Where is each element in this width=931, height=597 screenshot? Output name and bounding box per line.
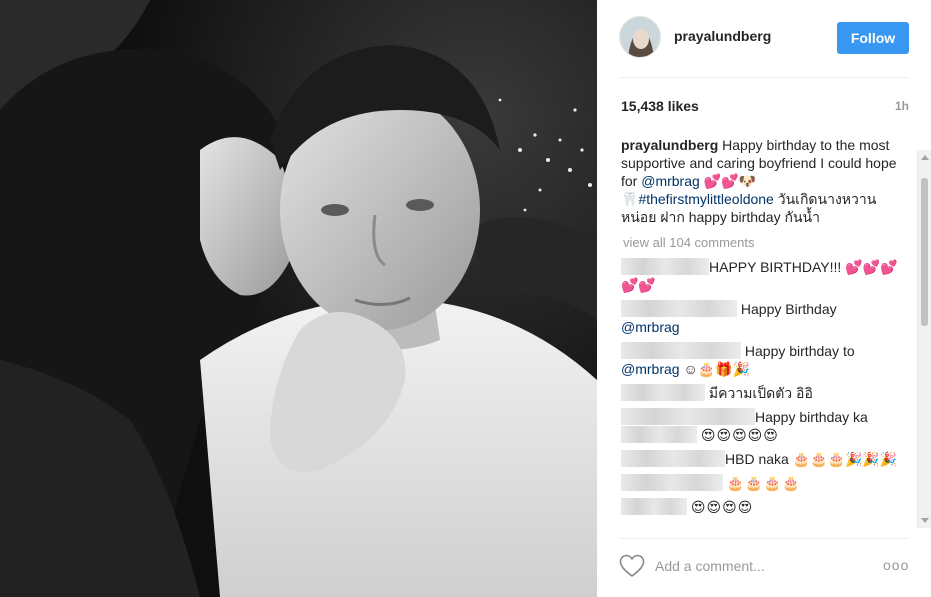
caption-username[interactable]: prayalundberg xyxy=(621,137,718,153)
divider xyxy=(619,77,909,78)
blurred-username[interactable] xyxy=(621,342,741,359)
follow-button[interactable]: Follow xyxy=(837,22,909,54)
likes-count[interactable]: 15,438 likes xyxy=(621,98,699,114)
blurred-username[interactable] xyxy=(621,300,737,317)
caption-emoji: 💕💕🐶 xyxy=(699,173,756,189)
comment-item: HAPPY BIRTHDAY!!! 💕💕💕💕💕 xyxy=(621,258,911,294)
comment-emoji: ☺🎂🎁🎉 xyxy=(679,361,751,377)
comments-list: prayalundberg Happy birthday to the most… xyxy=(621,136,911,528)
comment-item: 😍😍😍😍 xyxy=(621,498,911,516)
comment-emoji: 😍😍😍😍 xyxy=(690,499,754,515)
blurred-username[interactable] xyxy=(621,426,697,443)
comment-item: Happy birthday ka 😍😍😍😍😍 xyxy=(621,408,911,444)
blurred-username[interactable] xyxy=(621,258,709,275)
avatar-image xyxy=(620,17,660,57)
caption-hashtag-emoji: 🦷 xyxy=(621,191,639,207)
post-panel: prayalundberg Follow 15,438 likes 1h pra… xyxy=(597,0,931,597)
blurred-username[interactable] xyxy=(621,450,725,467)
comment-item: Happy Birthday @mrbrag xyxy=(621,300,911,336)
add-comment-input[interactable] xyxy=(655,556,855,576)
scroll-up-arrow-icon[interactable] xyxy=(921,155,929,160)
comment-text: HBD naka 🎂🎂🎂🎉🎉🎉 xyxy=(725,451,898,467)
post-photo[interactable] xyxy=(0,0,597,597)
comments-scrollbar[interactable] xyxy=(917,150,931,528)
scrollbar-thumb[interactable] xyxy=(921,178,928,326)
comment-text: Happy birthday ka xyxy=(755,409,868,425)
scroll-down-arrow-icon[interactable] xyxy=(921,518,929,523)
blurred-username[interactable] xyxy=(621,384,705,401)
blurred-username[interactable] xyxy=(621,408,755,425)
divider xyxy=(619,538,909,539)
blurred-username[interactable] xyxy=(621,474,723,491)
photo-image xyxy=(0,0,597,597)
caption: prayalundberg Happy birthday to the most… xyxy=(621,136,911,226)
username[interactable]: prayalundberg xyxy=(674,28,771,44)
heart-icon[interactable] xyxy=(619,554,645,578)
post-header: prayalundberg Follow xyxy=(597,0,931,78)
post-time[interactable]: 1h xyxy=(895,99,909,113)
comment-text: Happy birthday to xyxy=(744,343,855,359)
more-options-icon[interactable]: ooo xyxy=(883,557,909,573)
avatar[interactable] xyxy=(619,16,661,58)
view-all-comments-link[interactable]: view all 104 comments xyxy=(621,234,911,252)
comment-item: 🎂🎂🎂🎂 xyxy=(621,474,911,492)
caption-hashtag[interactable]: #thefirstmylittleoldone xyxy=(638,191,773,207)
comment-text: Happy Birthday xyxy=(740,301,837,317)
comment-text: มีความเป็ดตัว อิอิ xyxy=(708,385,813,401)
comment-item: HBD naka 🎂🎂🎂🎉🎉🎉 xyxy=(621,450,911,468)
comment-item: มีความเป็ดตัว อิอิ xyxy=(621,384,911,402)
comment-item: Happy birthday to @mrbrag ☺🎂🎁🎉 xyxy=(621,342,911,378)
caption-mention[interactable]: @mrbrag xyxy=(641,173,700,189)
comment-mention[interactable]: @mrbrag xyxy=(621,361,680,377)
comment-emoji: 🎂🎂🎂🎂 xyxy=(726,475,801,491)
comment-mention[interactable]: @mrbrag xyxy=(621,319,680,335)
blurred-username[interactable] xyxy=(621,498,687,515)
comment-emoji: 😍😍😍😍😍 xyxy=(700,427,779,443)
